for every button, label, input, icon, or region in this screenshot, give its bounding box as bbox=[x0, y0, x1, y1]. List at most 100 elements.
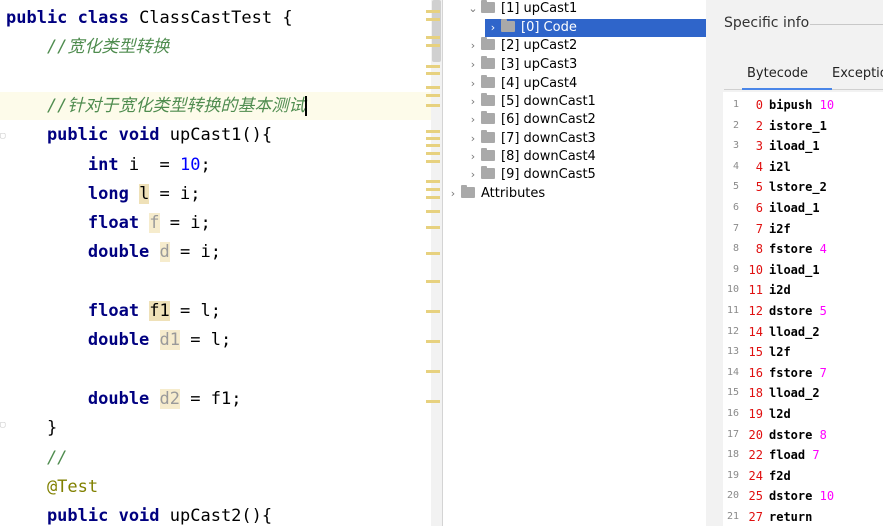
chevron-down-icon[interactable]: ⌄ bbox=[465, 0, 481, 18]
code-line-text: long l = i; bbox=[6, 183, 201, 205]
code-line[interactable]: float f1 = l; bbox=[0, 297, 430, 326]
warning-mark[interactable] bbox=[426, 252, 440, 255]
chevron-right-icon[interactable]: › bbox=[465, 111, 481, 129]
bytecode-offset: 6 bbox=[755, 201, 763, 215]
bytecode-row[interactable]: 20 25 dstore 10 bbox=[723, 486, 883, 506]
tree-node[interactable]: › [0] Code bbox=[485, 19, 708, 37]
code-line[interactable]: int i = 10; bbox=[0, 151, 430, 180]
tree-node[interactable]: › [8] downCast4 bbox=[465, 148, 600, 166]
warning-mark[interactable] bbox=[426, 310, 440, 313]
tree-node[interactable]: › [5] downCast1 bbox=[465, 93, 600, 111]
code-line[interactable] bbox=[0, 63, 430, 92]
bytecode-row[interactable]: 21 27 return bbox=[723, 507, 883, 527]
tree-node[interactable]: › [7] downCast3 bbox=[465, 130, 600, 148]
warning-mark[interactable] bbox=[426, 130, 440, 133]
tree-node[interactable]: › Attributes bbox=[445, 185, 549, 203]
code-line[interactable] bbox=[0, 356, 430, 385]
bytecode-listing[interactable]: 1 0 bipush 10 2 2 istore_1 3 3 iload_1 4 4 i2l 5 5 lst… bbox=[723, 92, 883, 526]
warning-mark[interactable] bbox=[426, 160, 440, 163]
warning-mark[interactable] bbox=[426, 104, 440, 107]
code-line[interactable]: //宽化类型转换 bbox=[0, 33, 430, 62]
line-number: 18 bbox=[726, 449, 739, 461]
bytecode-row[interactable]: 6 6 iload_1 bbox=[723, 198, 883, 218]
chevron-right-icon[interactable]: › bbox=[465, 166, 481, 184]
chevron-right-icon[interactable]: › bbox=[485, 19, 501, 37]
warning-mark[interactable] bbox=[426, 44, 440, 47]
chevron-right-icon[interactable]: › bbox=[465, 75, 481, 93]
code-line[interactable]: public class ClassCastTest { bbox=[0, 4, 430, 33]
warning-mark[interactable] bbox=[426, 10, 440, 13]
code-line[interactable]: } bbox=[0, 414, 430, 443]
warning-mark[interactable] bbox=[426, 400, 440, 403]
bytecode-row[interactable]: 8 8 fstore 4 bbox=[723, 239, 883, 259]
fold-marker[interactable]: ▢ bbox=[0, 131, 8, 141]
tab-bytecode[interactable]: Bytecode bbox=[747, 66, 808, 81]
bytecode-row[interactable]: 2 2 istore_1 bbox=[723, 116, 883, 136]
code-line[interactable]: float f = i; bbox=[0, 209, 430, 238]
bytecode-row[interactable]: 13 15 l2f bbox=[723, 342, 883, 362]
bytecode-row[interactable]: 18 22 fload 7 bbox=[723, 445, 883, 465]
bytecode-row[interactable]: 4 4 i2l bbox=[723, 157, 883, 177]
code-line[interactable]: double d = i; bbox=[0, 238, 430, 267]
bytecode-row[interactable]: 12 14 lload_2 bbox=[723, 322, 883, 342]
chevron-right-icon[interactable]: › bbox=[465, 148, 481, 166]
opcode-name: bipush bbox=[769, 98, 813, 112]
line-number: 19 bbox=[726, 469, 739, 481]
bytecode-row[interactable]: 16 19 l2d bbox=[723, 404, 883, 424]
warning-mark[interactable] bbox=[426, 340, 440, 343]
tree-node[interactable]: › [6] downCast2 bbox=[465, 111, 600, 129]
warning-mark[interactable] bbox=[426, 280, 440, 283]
code-line[interactable]: double d1 = l; bbox=[0, 326, 430, 355]
tree-node[interactable]: › [3] upCast3 bbox=[465, 56, 581, 74]
bytecode-row[interactable]: 7 7 i2f bbox=[723, 219, 883, 239]
bytecode-row[interactable]: 19 24 f2d bbox=[723, 466, 883, 486]
chevron-right-icon[interactable]: › bbox=[465, 37, 481, 55]
warning-mark[interactable] bbox=[426, 196, 440, 199]
warning-mark[interactable] bbox=[426, 65, 440, 68]
bytecode-row[interactable]: 10 11 i2d bbox=[723, 280, 883, 300]
bytecode-row[interactable]: 17 20 dstore 8 bbox=[723, 425, 883, 445]
tree-node[interactable]: › [9] downCast5 bbox=[465, 166, 600, 184]
chevron-right-icon[interactable]: › bbox=[465, 93, 481, 111]
warning-mark[interactable] bbox=[426, 144, 440, 147]
bytecode-row[interactable]: 5 5 lstore_2 bbox=[723, 177, 883, 197]
bytecode-row[interactable]: 9 10 iload_1 bbox=[723, 260, 883, 280]
code-line[interactable] bbox=[0, 268, 430, 297]
tree-node[interactable]: › [2] upCast2 bbox=[465, 37, 581, 55]
warning-mark[interactable] bbox=[426, 226, 440, 229]
code-line[interactable]: public void upCast2(){ bbox=[0, 502, 430, 526]
warning-mark[interactable] bbox=[426, 86, 440, 89]
bytecode-row[interactable]: 15 18 lload_2 bbox=[723, 383, 883, 403]
bytecode-row[interactable]: 3 3 iload_1 bbox=[723, 136, 883, 156]
warning-mark[interactable] bbox=[426, 180, 440, 183]
code-line[interactable]: long l = i; bbox=[0, 180, 430, 209]
tree-node[interactable]: › [4] upCast4 bbox=[465, 75, 581, 93]
chevron-right-icon[interactable]: › bbox=[445, 185, 461, 203]
warning-mark[interactable] bbox=[426, 152, 440, 155]
code-editor[interactable]: public class ClassCastTest { //宽化类型转换 //… bbox=[0, 0, 442, 526]
fold-marker[interactable]: ▢ bbox=[0, 420, 8, 430]
code-line[interactable]: public void upCast1(){ bbox=[0, 121, 430, 150]
code-line[interactable]: // bbox=[0, 444, 430, 473]
chevron-right-icon[interactable]: › bbox=[465, 56, 481, 74]
warning-mark[interactable] bbox=[426, 370, 440, 373]
code-line[interactable]: @Test bbox=[0, 473, 430, 502]
warning-mark[interactable] bbox=[426, 94, 440, 97]
code-line[interactable]: //针对于宽化类型转换的基本测试 bbox=[0, 92, 430, 121]
code-line[interactable]: double d2 = f1; bbox=[0, 385, 430, 414]
warning-mark[interactable] bbox=[426, 210, 440, 213]
editor-scrollbar[interactable] bbox=[431, 0, 442, 526]
warning-mark[interactable] bbox=[426, 72, 440, 75]
warning-mark[interactable] bbox=[426, 36, 440, 39]
warning-mark[interactable] bbox=[426, 137, 440, 140]
bytecode-row[interactable]: 14 16 fstore 7 bbox=[723, 363, 883, 383]
divider bbox=[810, 24, 883, 25]
class-structure-tree[interactable]: ⌄ [1] upCast1 › [0] Code › [2] upCast2 › [3] up… bbox=[443, 0, 708, 526]
bytecode-row[interactable]: 1 0 bipush 10 bbox=[723, 95, 883, 115]
tab-exceptions[interactable]: Exceptio bbox=[832, 66, 883, 81]
warning-mark[interactable] bbox=[426, 18, 440, 21]
warning-mark[interactable] bbox=[426, 188, 440, 191]
tree-node[interactable]: ⌄ [1] upCast1 bbox=[465, 0, 581, 18]
chevron-right-icon[interactable]: › bbox=[465, 130, 481, 148]
bytecode-row[interactable]: 11 12 dstore 5 bbox=[723, 301, 883, 321]
